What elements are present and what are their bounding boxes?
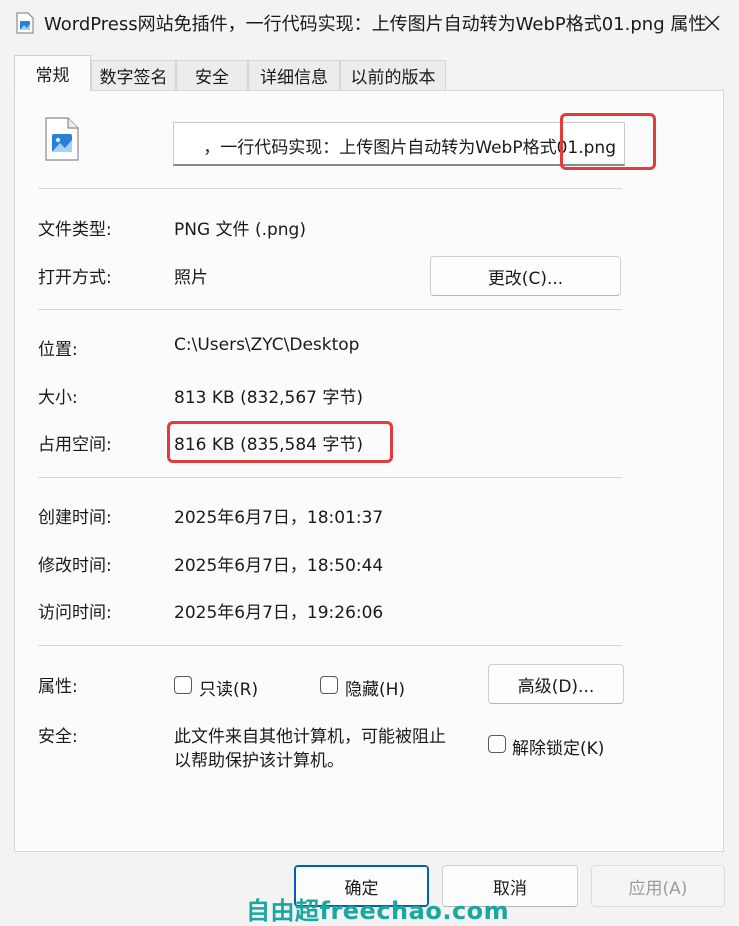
tab-previous-versions[interactable]: 以前的版本 [340,60,446,90]
file-type-value: PNG 文件 (.png) [174,220,306,240]
modified-value: 2025年6月7日，18:50:44 [174,556,384,576]
close-button[interactable] [694,6,730,40]
accessed-value: 2025年6月7日，19:26:06 [174,603,384,623]
hidden-checkbox[interactable] [320,676,338,694]
open-with-value: 照片 [174,268,208,288]
highlight-extension [560,113,656,170]
image-file-icon [16,12,34,34]
size-on-disk-label: 占用空间: [38,435,112,455]
hidden-label[interactable]: 隐藏(H) [345,675,405,700]
size-label: 大小: [38,388,78,408]
tab-digital-signatures[interactable]: 数字签名 [91,60,176,90]
divider [38,188,622,189]
size-value: 813 KB (832,567 字节) [174,388,364,408]
accessed-label: 访问时间: [38,603,112,623]
close-icon [704,15,720,31]
advanced-button[interactable]: 高级(D)... [488,664,624,704]
watermark-text: 自由超freechao.com [246,897,510,925]
tab-general[interactable]: 常规 [14,55,91,91]
security-text-line1: 此文件来自其他计算机，可能被阻止 [174,727,446,747]
created-label: 创建时间: [38,508,112,528]
modified-label: 修改时间: [38,556,112,576]
location-label: 位置: [38,340,78,360]
security-label: 安全: [38,727,78,747]
unblock-checkbox[interactable] [488,735,506,753]
file-type-label: 文件类型: [38,220,112,240]
image-file-icon [44,116,80,162]
divider [38,309,622,310]
readonly-checkbox[interactable] [174,676,192,694]
tab-details[interactable]: 详细信息 [248,60,340,90]
attributes-label: 属性: [38,677,78,697]
unblock-label[interactable]: 解除锁定(K) [512,734,604,759]
apply-button[interactable]: 应用(A) [591,865,725,907]
created-value: 2025年6月7日，18:01:37 [174,508,384,528]
highlight-size-on-disk [167,421,393,463]
location-value: C:\Users\ZYC\Desktop [174,335,360,355]
file-name-input[interactable]: ，一行代码实现：上传图片自动转为WebP格式01.png [173,122,625,166]
divider [38,645,622,646]
file-name-text: ，一行代码实现：上传图片自动转为WebP格式01.png [203,138,616,158]
change-button[interactable]: 更改(C)... [430,256,621,296]
tab-security[interactable]: 安全 [176,60,248,90]
window-title: WordPress网站免插件，一行代码实现：上传图片自动转为WebP格式01.p… [44,14,707,35]
title-bar: WordPress网站免插件，一行代码实现：上传图片自动转为WebP格式01.p… [0,0,739,46]
open-with-label: 打开方式: [38,268,112,288]
security-text-line2: 以帮助保护该计算机。 [174,751,344,771]
readonly-label[interactable]: 只读(R) [199,675,258,700]
divider [38,477,622,478]
